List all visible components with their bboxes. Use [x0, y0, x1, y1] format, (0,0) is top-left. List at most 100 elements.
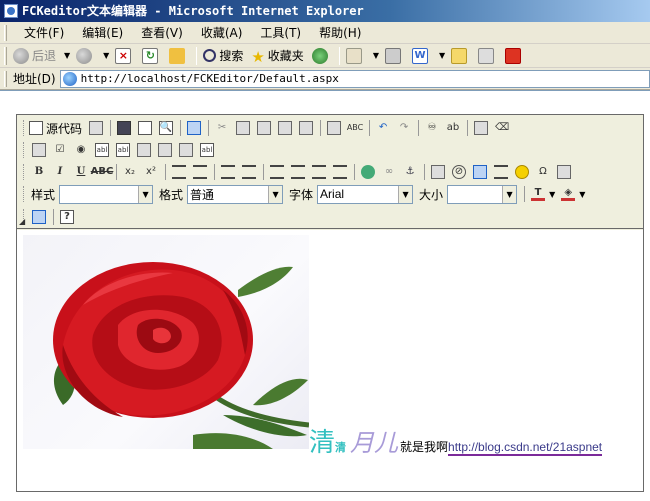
- unordered-list-button[interactable]: [190, 162, 210, 182]
- back-dropdown-icon[interactable]: ▼: [64, 51, 70, 60]
- about-button[interactable]: ?: [57, 207, 77, 227]
- favorites-button[interactable]: ★ 收藏夹: [251, 47, 303, 66]
- format-select[interactable]: 普通 ▼: [187, 184, 284, 204]
- address-input[interactable]: http://localhost/FCKEditor/Default.aspx: [59, 69, 650, 88]
- text-color-dropdown-icon[interactable]: ▼: [549, 190, 555, 199]
- menu-grip[interactable]: [4, 24, 7, 41]
- print-button[interactable]: [384, 47, 404, 64]
- forward-button[interactable]: [76, 47, 95, 64]
- image-button[interactable]: [428, 162, 448, 182]
- print-editor-button[interactable]: [324, 118, 344, 138]
- radio-button[interactable]: ◉: [71, 140, 91, 160]
- flash-button[interactable]: ⊘: [449, 162, 469, 182]
- page-break-button[interactable]: [554, 162, 574, 182]
- checkbox-button[interactable]: ☑: [50, 140, 70, 160]
- special-char-button[interactable]: Ω: [533, 162, 553, 182]
- strikethrough-button[interactable]: ABC: [91, 162, 114, 182]
- underline-button[interactable]: U: [71, 162, 91, 182]
- align-justify-button[interactable]: [330, 162, 350, 182]
- show-blocks-button[interactable]: [29, 207, 49, 227]
- templates-button[interactable]: [184, 118, 204, 138]
- chevron-down-icon[interactable]: ▼: [138, 185, 153, 203]
- menu-favorites[interactable]: 收藏(A): [192, 24, 252, 41]
- mail-button[interactable]: [345, 47, 365, 64]
- textfield-button[interactable]: abl: [92, 140, 112, 160]
- menu-help[interactable]: 帮助(H): [310, 24, 370, 41]
- blog-link[interactable]: http://blog.csdn.net/21aspnet: [448, 440, 603, 456]
- unlink-button[interactable]: ∞: [379, 162, 399, 182]
- table-button[interactable]: [470, 162, 490, 182]
- smiley-button[interactable]: [512, 162, 532, 182]
- outdent-button[interactable]: [218, 162, 238, 182]
- edit-button[interactable]: W: [411, 47, 431, 64]
- find-button[interactable]: ♾: [422, 118, 442, 138]
- align-left-button[interactable]: [267, 162, 287, 182]
- replace-button[interactable]: ab: [443, 118, 463, 138]
- link-button[interactable]: [358, 162, 378, 182]
- form-button-button[interactable]: [155, 140, 175, 160]
- collapse-toolbar-icon[interactable]: ◢: [19, 217, 25, 226]
- spellcheck-button[interactable]: ABC: [345, 118, 365, 138]
- size-select[interactable]: ▼: [447, 184, 518, 204]
- menu-tools[interactable]: 工具(T): [251, 24, 310, 41]
- undo-button[interactable]: ↶: [373, 118, 393, 138]
- menu-edit[interactable]: 编辑(E): [73, 24, 132, 41]
- doc-props-button[interactable]: [86, 118, 106, 138]
- refresh-button[interactable]: ↻: [142, 47, 161, 64]
- folder-button[interactable]: [451, 47, 470, 64]
- subscript-button[interactable]: x₂: [120, 162, 140, 182]
- italic-button[interactable]: I: [50, 162, 70, 182]
- menu-file[interactable]: 文件(F): [15, 24, 73, 41]
- paste-button[interactable]: [254, 118, 274, 138]
- style-select[interactable]: ▼: [59, 184, 154, 204]
- plain-text: 就是我啊: [400, 440, 449, 454]
- hidden-field-button[interactable]: abl: [197, 140, 217, 160]
- edit-dropdown-icon[interactable]: ▼: [439, 51, 445, 60]
- font-select[interactable]: Arial ▼: [317, 184, 414, 204]
- messenger-button[interactable]: [478, 47, 497, 64]
- print-icon: [384, 47, 401, 64]
- align-center-button[interactable]: [288, 162, 308, 182]
- cut-button[interactable]: ✂: [212, 118, 232, 138]
- indent-button[interactable]: [239, 162, 259, 182]
- bold-button[interactable]: B: [29, 162, 49, 182]
- chevron-down-icon[interactable]: ▼: [268, 185, 283, 203]
- paste-text-button[interactable]: [275, 118, 295, 138]
- textarea-icon: abl: [116, 143, 130, 157]
- toolbar-grip[interactable]: [4, 46, 7, 65]
- superscript-button[interactable]: x²: [141, 162, 161, 182]
- search-button[interactable]: 搜索: [203, 47, 243, 64]
- bg-color-button[interactable]: ◈: [558, 184, 578, 204]
- select-field-button[interactable]: [134, 140, 154, 160]
- media-button[interactable]: [311, 47, 331, 64]
- paste-word-button[interactable]: [296, 118, 316, 138]
- flag-button[interactable]: [505, 47, 524, 64]
- bg-color-dropdown-icon[interactable]: ▼: [579, 190, 585, 199]
- home-button[interactable]: [169, 47, 188, 64]
- chevron-down-icon[interactable]: ▼: [398, 185, 413, 203]
- textarea-button[interactable]: abl: [113, 140, 133, 160]
- mail-dropdown-icon[interactable]: ▼: [373, 51, 379, 60]
- text-color-button[interactable]: T: [528, 184, 548, 204]
- back-button[interactable]: 后退: [13, 47, 56, 64]
- save-button[interactable]: [114, 118, 134, 138]
- new-page-button[interactable]: [135, 118, 155, 138]
- stop-button[interactable]: ×: [115, 47, 134, 64]
- address-grip[interactable]: [4, 70, 7, 87]
- select-all-button[interactable]: [471, 118, 491, 138]
- editor-content-area[interactable]: 清 清 月儿 就是我啊 http://blog.csdn.net/21aspne…: [17, 230, 643, 491]
- redo-button[interactable]: ↷: [394, 118, 414, 138]
- copy-button[interactable]: [233, 118, 253, 138]
- align-right-button[interactable]: [309, 162, 329, 182]
- preview-button[interactable]: 🔍: [156, 118, 176, 138]
- ordered-list-button[interactable]: [169, 162, 189, 182]
- anchor-button[interactable]: ⚓: [400, 162, 420, 182]
- remove-format-button[interactable]: ⌫: [492, 118, 512, 138]
- source-button[interactable]: 源代码: [29, 120, 82, 137]
- menu-view[interactable]: 查看(V): [132, 24, 192, 41]
- chevron-down-icon[interactable]: ▼: [502, 185, 517, 203]
- forward-dropdown-icon[interactable]: ▼: [103, 51, 109, 60]
- image-button-button[interactable]: [176, 140, 196, 160]
- form-button[interactable]: [29, 140, 49, 160]
- horizontal-rule-button[interactable]: [491, 162, 511, 182]
